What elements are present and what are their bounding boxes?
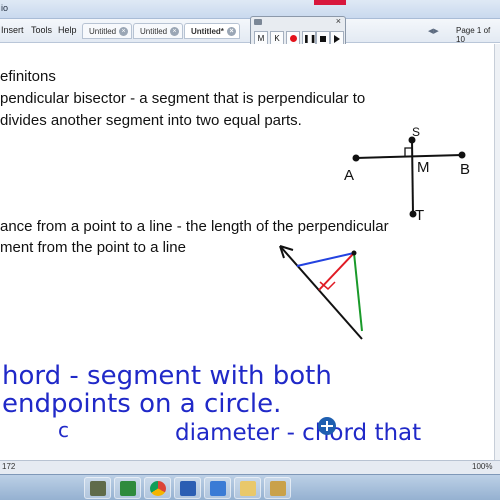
label-m: M bbox=[417, 159, 430, 176]
paint-icon bbox=[270, 481, 286, 496]
board-drawings: S A M B T hord - segment with both endpo… bbox=[2, 125, 470, 446]
vertical-scrollbar[interactable] bbox=[494, 44, 500, 460]
status-bar: 172 100% bbox=[0, 460, 500, 474]
distance-diagram bbox=[279, 245, 363, 340]
taskbar bbox=[0, 474, 500, 500]
taskbar-app[interactable] bbox=[204, 477, 231, 499]
recorder-close-icon[interactable]: × bbox=[336, 16, 341, 26]
pause-icon: ❚❚ bbox=[303, 34, 317, 43]
handwriting-line-1: hord - segment with both bbox=[2, 361, 332, 391]
label-a: A bbox=[344, 167, 354, 184]
tab-label: Untitled* bbox=[191, 27, 224, 36]
menu-help[interactable]: Help bbox=[58, 25, 77, 35]
label-t: T bbox=[415, 207, 424, 224]
play-icon bbox=[334, 35, 340, 43]
chrome-icon bbox=[150, 481, 166, 496]
handwriting-line-3a: c bbox=[58, 418, 69, 442]
label-b: B bbox=[460, 161, 470, 178]
recorder-header[interactable]: × bbox=[251, 16, 345, 28]
zoom-level: 100% bbox=[472, 462, 493, 471]
window-close-button[interactable] bbox=[314, 0, 346, 5]
excel-icon bbox=[120, 481, 136, 496]
taskbar-word[interactable] bbox=[174, 477, 201, 499]
tab-label: Untitled bbox=[89, 27, 117, 36]
tab-untitled-2[interactable]: Untitled × bbox=[133, 23, 183, 39]
handwriting-line-3b: diameter - chord that bbox=[175, 420, 421, 446]
stop-icon bbox=[320, 36, 326, 42]
taskbar-file-manager[interactable] bbox=[84, 477, 111, 499]
taskbar-chrome[interactable] bbox=[144, 477, 171, 499]
tab-untitled-1[interactable]: Untitled × bbox=[82, 23, 132, 39]
whiteboard-canvas[interactable]: efinitons pendicular bisector - a segmen… bbox=[0, 44, 494, 460]
window-title: io bbox=[1, 3, 9, 13]
handwriting-line-2: endpoints on a circle. bbox=[2, 389, 281, 419]
page-indicator: Page 1 of 10 bbox=[456, 26, 491, 44]
notes-icon bbox=[240, 481, 256, 496]
pen-cursor-icon bbox=[318, 417, 336, 435]
recorder-minimize-icon[interactable] bbox=[254, 19, 262, 25]
tab-close-icon[interactable]: × bbox=[119, 27, 128, 36]
menu-insert[interactable]: Insert bbox=[1, 25, 24, 35]
taskbar-notes[interactable] bbox=[234, 477, 261, 499]
file-manager-icon bbox=[90, 481, 106, 496]
tab-untitled-active[interactable]: Untitled* × bbox=[184, 23, 240, 39]
label-s: S bbox=[412, 125, 420, 139]
perpendicular-bisector-diagram bbox=[352, 136, 466, 218]
menu-tools[interactable]: Tools bbox=[31, 25, 52, 35]
taskbar-paint[interactable] bbox=[264, 477, 291, 499]
tab-close-icon[interactable]: × bbox=[227, 27, 236, 36]
status-number: 172 bbox=[2, 462, 16, 471]
record-icon bbox=[289, 35, 297, 42]
tab-close-icon[interactable]: × bbox=[170, 27, 179, 36]
page-nav-arrows[interactable]: ◀▶ bbox=[428, 27, 439, 35]
taskbar-excel[interactable] bbox=[114, 477, 141, 499]
handwritten-notes: hord - segment with both endpoints on a … bbox=[2, 361, 421, 446]
app-icon bbox=[210, 481, 226, 496]
tab-label: Untitled bbox=[140, 27, 168, 36]
word-icon bbox=[180, 481, 196, 496]
